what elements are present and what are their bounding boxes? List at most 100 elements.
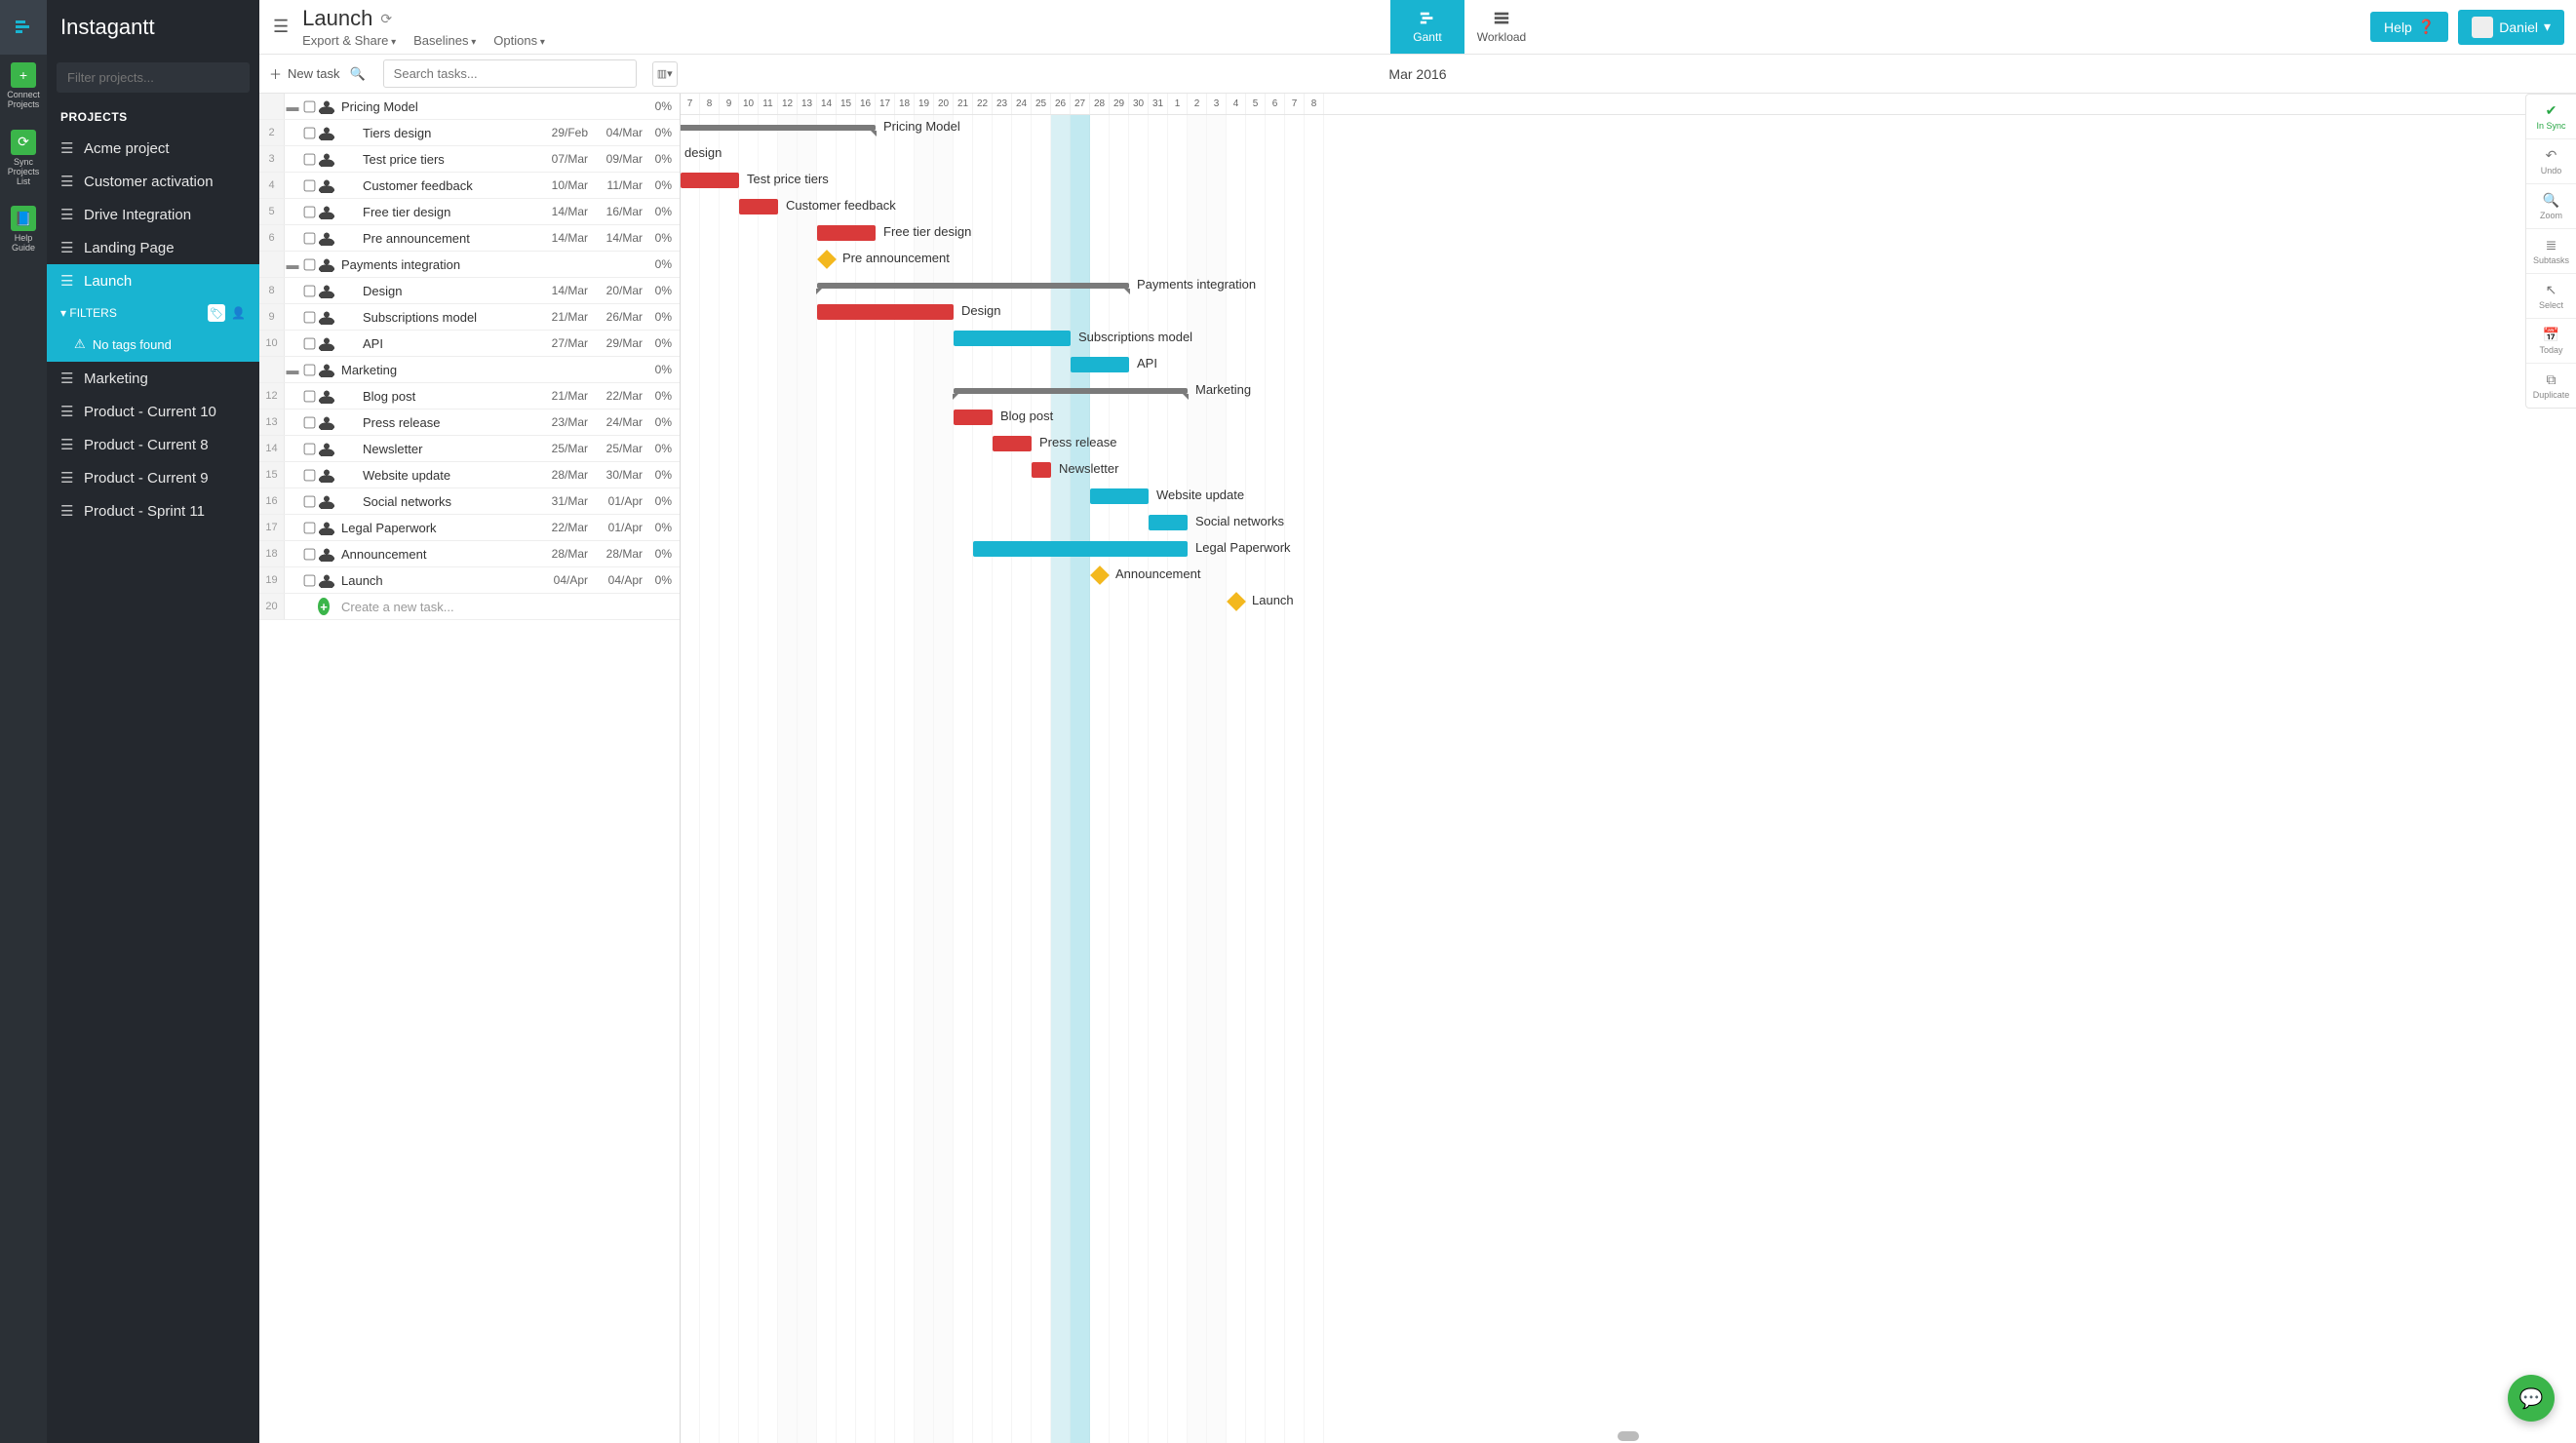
assignee-icon[interactable] (319, 230, 334, 246)
task-row[interactable]: 4Customer feedback10/Mar11/Mar0% (259, 173, 680, 199)
task-bar[interactable] (954, 410, 993, 425)
export-share-menu[interactable]: Export & Share (302, 33, 396, 48)
toolrail-select[interactable]: ↖Select (2526, 274, 2576, 319)
task-checkbox[interactable] (303, 390, 315, 402)
task-bar[interactable] (993, 436, 1032, 451)
sidebar-item-landing-page[interactable]: ☰Landing Page (47, 231, 259, 264)
tab-workload[interactable]: Workload (1464, 0, 1539, 54)
task-row[interactable]: 18Announcement28/Mar28/Mar0% (259, 541, 680, 567)
task-checkbox[interactable] (303, 469, 315, 481)
task-row[interactable]: ▬Marketing0% (259, 357, 680, 383)
group-bar[interactable] (817, 283, 1129, 289)
group-bar[interactable] (954, 388, 1188, 394)
task-checkbox[interactable] (303, 127, 315, 138)
assignee-icon[interactable] (319, 256, 334, 272)
tab-gantt[interactable]: Gantt (1390, 0, 1464, 54)
milestone[interactable] (817, 250, 837, 269)
task-checkbox[interactable] (303, 311, 315, 323)
refresh-icon[interactable]: ⟳ (380, 11, 392, 27)
task-checkbox[interactable] (303, 522, 315, 533)
columns-toggle[interactable]: ▥▾ (652, 61, 678, 87)
task-bar[interactable] (739, 199, 778, 214)
task-bar[interactable] (1090, 488, 1149, 504)
tag-icon[interactable]: 🏷 (208, 304, 225, 322)
collapse-toggle[interactable]: ▬ (285, 99, 300, 114)
task-checkbox[interactable] (303, 337, 315, 349)
milestone[interactable] (1090, 566, 1110, 585)
toolrail-undo[interactable]: ↶Undo (2526, 139, 2576, 184)
collapse-toggle[interactable]: ▬ (285, 363, 300, 377)
task-row[interactable]: 16Social networks31/Mar01/Apr0% (259, 488, 680, 515)
toolrail-duplicate[interactable]: ⧉Duplicate (2526, 364, 2576, 408)
assignee-icon[interactable] (319, 467, 334, 483)
task-row[interactable]: 17Legal Paperwork22/Mar01/Apr0% (259, 515, 680, 541)
toolrail-in-sync[interactable]: ✔In Sync (2526, 95, 2576, 139)
toolrail-zoom[interactable]: 🔍Zoom (2526, 184, 2576, 229)
sidebar-item-product-current-8[interactable]: ☰Product - Current 8 (47, 428, 259, 461)
milestone[interactable] (1227, 592, 1246, 611)
assignee-icon[interactable] (319, 309, 334, 325)
rail-button-2[interactable]: 📘HelpGuide (0, 198, 47, 259)
task-checkbox[interactable] (303, 232, 315, 244)
help-button[interactable]: Help❓ (2370, 12, 2448, 42)
filter-projects-input[interactable] (57, 62, 250, 93)
assignee-icon[interactable] (319, 177, 334, 193)
task-checkbox[interactable] (303, 100, 315, 112)
sidebar-item-product-current-10[interactable]: ☰Product - Current 10 (47, 395, 259, 428)
gantt-chart[interactable]: 7891011121314151617181920212223242526272… (681, 94, 2576, 1443)
task-row[interactable]: ▬Payments integration0% (259, 252, 680, 278)
task-row[interactable]: 5Free tier design14/Mar16/Mar0% (259, 199, 680, 225)
rail-button-0[interactable]: +ConnectProjects (0, 55, 47, 116)
assignee-icon[interactable] (319, 98, 334, 114)
options-menu[interactable]: Options (493, 33, 545, 48)
assignee-icon[interactable] (319, 414, 334, 430)
rail-button-1[interactable]: ⟳SyncProjectsList (0, 122, 47, 193)
sidebar-item-customer-activation[interactable]: ☰Customer activation (47, 165, 259, 198)
collapse-toggle[interactable]: ▬ (285, 257, 300, 272)
task-bar[interactable] (954, 331, 1071, 346)
assignee-icon[interactable] (319, 441, 334, 456)
task-checkbox[interactable] (303, 179, 315, 191)
task-row[interactable]: 12Blog post21/Mar22/Mar0% (259, 383, 680, 410)
task-bar[interactable] (973, 541, 1188, 557)
task-bar[interactable] (681, 173, 739, 188)
task-bar[interactable] (817, 304, 954, 320)
horizontal-scrollbar[interactable] (1618, 1431, 1639, 1441)
search-icon[interactable]: 🔍 (349, 66, 365, 82)
task-row[interactable]: 9Subscriptions model21/Mar26/Mar0% (259, 304, 680, 331)
sidebar-item-marketing[interactable]: ☰Marketing (47, 362, 259, 395)
assignee-icon[interactable] (319, 493, 334, 509)
task-row[interactable]: 6Pre announcement14/Mar14/Mar0% (259, 225, 680, 252)
assignee-icon[interactable] (319, 546, 334, 562)
task-row[interactable]: 2Tiers design29/Feb04/Mar0% (259, 120, 680, 146)
assignee-icon[interactable] (319, 572, 334, 588)
task-checkbox[interactable] (303, 153, 315, 165)
task-checkbox[interactable] (303, 206, 315, 217)
chat-fab[interactable]: 💬 (2508, 1375, 2555, 1422)
assignee-icon[interactable] (319, 204, 334, 219)
sidebar-item-product-sprint-11[interactable]: ☰Product - Sprint 11 (47, 494, 259, 527)
task-checkbox[interactable] (303, 258, 315, 270)
task-bar[interactable] (1032, 462, 1051, 478)
task-row[interactable]: 14Newsletter25/Mar25/Mar0% (259, 436, 680, 462)
task-checkbox[interactable] (303, 285, 315, 296)
task-checkbox[interactable] (303, 495, 315, 507)
sidebar-item-drive-integration[interactable]: ☰Drive Integration (47, 198, 259, 231)
assignee-icon[interactable] (319, 362, 334, 377)
task-bar[interactable] (817, 225, 876, 241)
task-row[interactable]: 15Website update28/Mar30/Mar0% (259, 462, 680, 488)
new-task-button[interactable]: ＋New task (269, 64, 339, 83)
toolrail-subtasks[interactable]: ≣Subtasks (2526, 229, 2576, 274)
assignee-icon[interactable] (319, 283, 334, 298)
task-checkbox[interactable] (303, 364, 315, 375)
task-row[interactable]: 19Launch04/Apr04/Apr0% (259, 567, 680, 594)
task-row[interactable]: 10API27/Mar29/Mar0% (259, 331, 680, 357)
assignee-icon[interactable] (319, 388, 334, 404)
create-task-row[interactable]: 20+Create a new task... (259, 594, 680, 620)
task-checkbox[interactable] (303, 574, 315, 586)
task-row[interactable]: 8Design14/Mar20/Mar0% (259, 278, 680, 304)
search-tasks-input[interactable] (383, 59, 637, 88)
toolrail-today[interactable]: 📅Today (2526, 319, 2576, 364)
assignee-icon[interactable] (319, 335, 334, 351)
task-row[interactable]: ▬Pricing Model0% (259, 94, 680, 120)
